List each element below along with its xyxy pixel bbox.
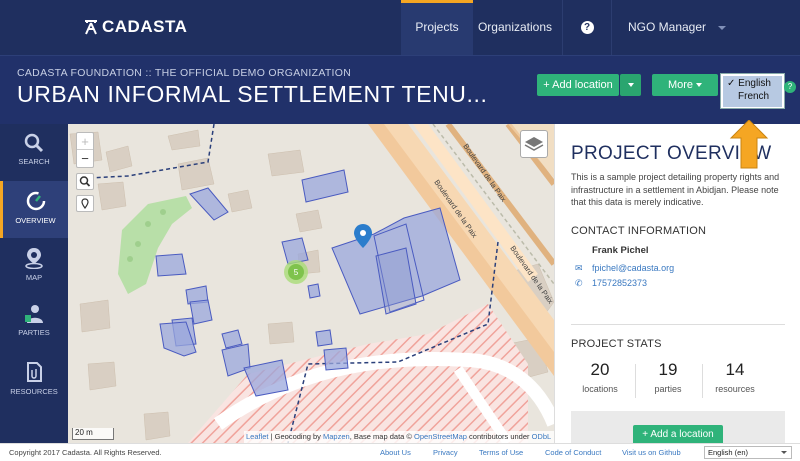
highlight-arrow [729,120,769,169]
nav-organizations[interactable]: Organizations [476,0,554,55]
overview-icon [26,191,45,211]
language-value: English (en) [708,448,749,457]
language-option-english[interactable]: ✓ English [727,78,771,89]
sidebar-item-label: SEARCH [18,157,50,166]
chevron-down-icon [718,25,727,30]
contact-name: Frank Pichel [592,245,649,256]
search-icon [79,176,91,187]
sidebar-item-label: OVERVIEW [15,216,56,225]
map-search-button[interactable] [76,173,94,190]
cluster-count[interactable]: 5 [294,268,299,277]
add-location-button[interactable]: + Add location [537,74,619,96]
sidebar-item-parties[interactable]: PARTIES [0,295,68,352]
stat-label: locations [582,384,618,394]
language-option-french[interactable]: French [738,91,769,102]
stat-label: parties [654,384,682,394]
caret-down-icon [627,83,634,88]
footer-link-about[interactable]: About Us [380,448,411,457]
stat-parties: 19 parties [640,360,696,394]
project-overview-panel: PROJECT OVERVIEW This is a sample projec… [554,124,800,443]
mapzen-link[interactable]: Mapzen [323,432,350,441]
map-scale: 20 m [72,428,114,440]
footer-link-privacy[interactable]: Privacy [433,448,458,457]
language-dropdown[interactable]: ✓ English French [720,73,785,109]
add-location-dropdown-button[interactable] [620,74,641,96]
help-icon[interactable]: ? [784,81,796,93]
project-title: URBAN INFORMAL SETTLEMENT TENU... [17,81,488,107]
more-label: More [667,79,693,91]
stat-value: 19 [658,360,678,379]
sidebar-item-label: RESOURCES [10,387,58,396]
cadasta-logo-icon [85,20,97,35]
stat-resources: 14 resources [707,360,763,394]
footer-link-conduct[interactable]: Code of Conduct [545,448,601,457]
divider [702,364,703,398]
map-pin-icon [25,248,43,269]
sidebar-item-map[interactable]: MAP [0,238,68,295]
openstreetmap-link[interactable]: OpenStreetMap [414,432,467,441]
user-menu[interactable]: NGO Manager [628,0,748,55]
nav-projects[interactable]: Projects [401,0,473,55]
footer-link-terms[interactable]: Terms of Use [479,448,523,457]
user-name: NGO Manager [628,20,707,34]
contact-phone-link[interactable]: 17572852373 [592,278,647,288]
organization-name[interactable]: CADASTA FOUNDATION :: THE OFFICIAL DEMO … [17,67,351,79]
zoom-out-button[interactable]: − [77,150,93,167]
parties-icon [25,305,43,323]
footer-link-github[interactable]: Visit us on Github [622,448,681,457]
zoom-control: + − [76,132,94,168]
nav-help[interactable]: ? [562,0,612,55]
odbl-link[interactable]: ODbL [532,432,552,441]
map-tiles: Boulevard de la Paix Boulevard de la Pai… [69,124,554,443]
sidebar-item-label: PARTIES [18,328,50,337]
phone-icon: ✆ [575,278,583,288]
project-description: This is a sample project detailing prope… [571,172,780,207]
stat-label: resources [715,384,755,394]
caret-down-icon [696,83,703,88]
attribution-text: contributors under [466,432,532,441]
footer-language-select[interactable]: English (en) [704,446,792,459]
sidebar: SEARCH OVERVIEW MAP PARTIES RESOURCES [0,124,68,443]
attribution-text: , Base map data © [349,432,415,441]
project-header: CADASTA FOUNDATION :: THE OFFICIAL DEMO … [0,55,800,124]
email-icon: ✉ [575,263,583,273]
copyright-text: Copyright 2017 Cadasta. All Rights Reser… [9,448,162,457]
contact-heading: CONTACT INFORMATION [571,225,707,237]
sidebar-item-overview[interactable]: OVERVIEW [0,181,68,238]
brand-name: CADASTA [102,17,188,36]
chevron-down-icon [781,451,787,454]
divider [635,364,636,398]
top-navbar: CADASTA Projects Organizations ? NGO Man… [0,0,800,55]
attribution-text: | Geocoding by [268,432,324,441]
map-locate-button[interactable] [76,195,94,212]
help-icon: ? [580,21,594,35]
sidebar-item-resources[interactable]: RESOURCES [0,352,68,409]
more-button[interactable]: More [652,74,718,96]
layers-icon [524,137,544,151]
sidebar-item-label: MAP [25,273,43,282]
stat-value: 20 [590,360,610,379]
sidebar-item-search[interactable]: SEARCH [0,124,68,181]
divider [571,324,785,325]
brand-logo[interactable]: CADASTA [84,17,187,37]
resources-icon [27,362,42,382]
map-attribution: Leaflet | Geocoding by Mapzen, Base map … [244,431,554,443]
layers-button[interactable] [520,130,548,158]
zoom-in-button[interactable]: + [77,133,93,150]
footer: Copyright 2017 Cadasta. All Rights Reser… [0,443,800,461]
contact-email-link[interactable]: fpichel@cadasta.org [592,263,674,273]
leaflet-link[interactable]: Leaflet [246,432,269,441]
stats-heading: PROJECT STATS [571,338,662,350]
project-map[interactable]: Boulevard de la Paix Boulevard de la Pai… [68,124,554,443]
stat-locations: 20 locations [572,360,628,394]
map-pin-icon [81,198,89,210]
add-a-location-button[interactable]: + Add a location [633,425,723,443]
stat-value: 14 [725,360,745,379]
search-icon [24,133,44,153]
